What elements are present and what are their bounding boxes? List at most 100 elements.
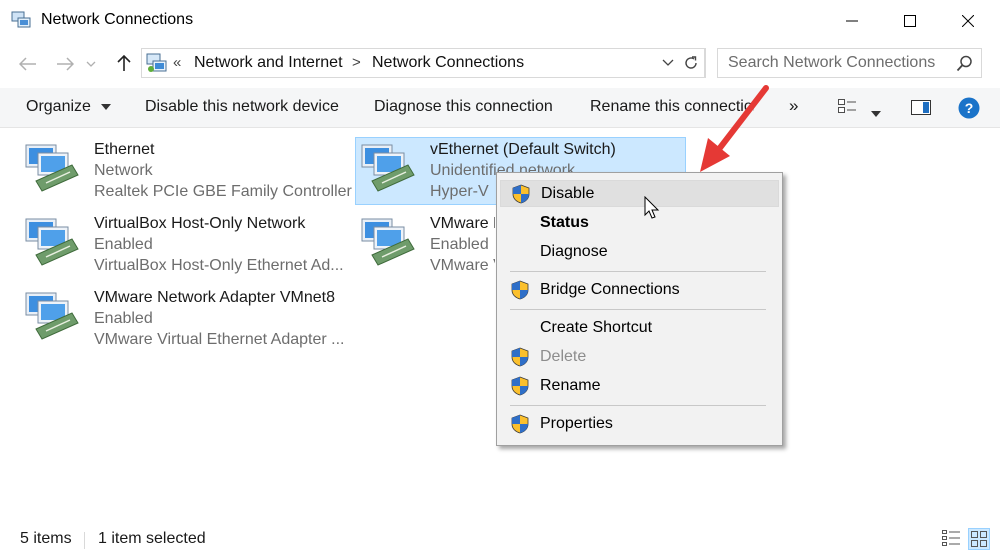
- menu-item-label: Bridge Connections: [540, 281, 680, 298]
- address-bar[interactable]: « Network and Internet > Network Connect…: [141, 48, 705, 78]
- connection-name: VMware Network Adapter VMnet8: [94, 289, 335, 306]
- close-icon: [962, 15, 974, 27]
- network-connections-icon: [11, 11, 31, 28]
- menu-item-properties[interactable]: Properties: [500, 411, 779, 438]
- connection-name: Ethernet: [94, 141, 155, 158]
- change-view-button[interactable]: [838, 99, 856, 120]
- close-button[interactable]: [939, 0, 997, 42]
- mouse-cursor-icon: [644, 196, 660, 219]
- connection-item-ethernet[interactable]: Ethernet Network Realtek PCIe GBE Family…: [24, 141, 352, 205]
- menu-item-label: Status: [540, 214, 589, 231]
- connection-item-vmware-partial[interactable]: VMware N Enabled VMware V: [360, 215, 495, 279]
- breadcrumb-network-and-internet[interactable]: Network and Internet: [194, 54, 343, 72]
- menu-item-label: Create Shortcut: [540, 319, 653, 336]
- connection-device: Realtek PCIe GBE Family Controller: [94, 183, 352, 200]
- up-arrow-icon: [117, 54, 131, 71]
- details-view-icon: [942, 530, 960, 546]
- connection-status: Network: [94, 162, 153, 179]
- uac-shield-icon: [511, 376, 529, 396]
- minimize-icon: [846, 20, 858, 22]
- search-box[interactable]: [717, 48, 982, 78]
- selection-count: 1 item selected: [98, 530, 206, 547]
- view-options-icon: [838, 99, 856, 113]
- svg-text:?: ?: [965, 100, 974, 116]
- status-divider: [84, 532, 85, 549]
- help-button[interactable]: ?: [958, 97, 980, 124]
- breadcrumb-overflow[interactable]: «: [173, 54, 181, 71]
- connection-device: VMware Virtual Ethernet Adapter ...: [94, 331, 345, 348]
- forward-arrow-icon: [57, 57, 74, 71]
- back-button[interactable]: [16, 52, 40, 76]
- rename-connection-button[interactable]: Rename this connection: [590, 98, 754, 116]
- maximize-icon: [904, 15, 916, 27]
- organize-button[interactable]: Organize: [26, 98, 112, 116]
- connection-status: Enabled: [94, 310, 153, 327]
- menu-item-create-shortcut[interactable]: Create Shortcut: [500, 315, 779, 342]
- help-icon: ?: [958, 97, 980, 119]
- view-dropdown-button[interactable]: [871, 104, 881, 122]
- minimize-button[interactable]: [823, 0, 881, 42]
- preview-pane-icon: [911, 100, 931, 115]
- menu-item-label: Diagnose: [540, 243, 608, 260]
- menu-item-bridge-connections[interactable]: Bridge Connections: [500, 277, 779, 304]
- connection-device: VMware V: [430, 257, 495, 274]
- diagnose-connection-button[interactable]: Diagnose this connection: [374, 98, 553, 116]
- large-icons-view-icon: [971, 531, 987, 547]
- title-bar: Network Connections: [0, 0, 1000, 42]
- menu-item-disable[interactable]: Disable: [500, 180, 779, 207]
- status-bar: 5 items 1 item selected: [0, 525, 1000, 555]
- network-adapter-icon: [25, 218, 79, 266]
- large-icons-view-button[interactable]: [968, 528, 990, 550]
- menu-item-status[interactable]: Status: [500, 210, 779, 237]
- recent-locations-button[interactable]: [84, 52, 98, 76]
- disable-device-button[interactable]: Disable this network device: [145, 98, 339, 116]
- uac-shield-icon: [512, 184, 530, 204]
- uac-shield-icon: [511, 280, 529, 300]
- menu-separator: [510, 271, 766, 272]
- more-commands-button[interactable]: »: [789, 96, 798, 116]
- network-adapter-icon: [361, 144, 415, 192]
- forward-button[interactable]: [53, 52, 77, 76]
- up-button[interactable]: [112, 51, 136, 75]
- window-title: Network Connections: [41, 11, 194, 28]
- connection-device: Hyper-V: [430, 183, 489, 200]
- chevron-down-icon[interactable]: [662, 56, 674, 68]
- chevron-down-icon: [86, 61, 96, 67]
- uac-shield-icon: [511, 414, 529, 434]
- network-connections-icon: [146, 53, 167, 72]
- caret-down-icon: [871, 111, 881, 117]
- network-adapter-icon: [25, 144, 79, 192]
- breadcrumb-separator[interactable]: >: [352, 54, 361, 71]
- preview-pane-button[interactable]: [911, 100, 931, 120]
- menu-item-delete: Delete: [500, 344, 779, 371]
- details-view-button[interactable]: [942, 529, 960, 552]
- search-input[interactable]: [718, 49, 948, 77]
- command-bar: Organize Disable this network device Dia…: [0, 88, 1000, 128]
- network-adapter-icon: [25, 292, 79, 340]
- menu-item-label: Delete: [540, 348, 587, 365]
- menu-separator: [510, 405, 766, 406]
- connection-status: Enabled: [430, 236, 489, 253]
- refresh-button[interactable]: [676, 48, 706, 78]
- refresh-icon: [684, 56, 697, 69]
- menu-item-label: Properties: [540, 415, 613, 432]
- breadcrumb-network-connections[interactable]: Network Connections: [372, 54, 524, 72]
- connection-name: VMware N: [430, 215, 495, 232]
- connection-device: VirtualBox Host-Only Ethernet Ad...: [94, 257, 344, 274]
- context-menu: Disable Status Diagnose Bridge Connectio…: [496, 172, 783, 446]
- back-arrow-icon: [19, 57, 36, 71]
- menu-item-label: Rename: [540, 377, 601, 394]
- menu-item-diagnose[interactable]: Diagnose: [500, 239, 779, 266]
- connection-name: VirtualBox Host-Only Network: [94, 215, 306, 232]
- connection-name: vEthernet (Default Switch): [430, 141, 616, 158]
- connection-status: Enabled: [94, 236, 153, 253]
- search-icon[interactable]: [956, 55, 973, 72]
- menu-separator: [510, 309, 766, 310]
- uac-shield-icon: [511, 347, 529, 367]
- connection-item-virtualbox[interactable]: VirtualBox Host-Only Network Enabled Vir…: [24, 215, 344, 279]
- menu-item-rename[interactable]: Rename: [500, 373, 779, 400]
- connection-item-vmnet8[interactable]: VMware Network Adapter VMnet8 Enabled VM…: [24, 289, 345, 353]
- caret-down-icon: [101, 103, 112, 110]
- organize-label: Organize: [26, 98, 91, 115]
- maximize-button[interactable]: [881, 0, 939, 42]
